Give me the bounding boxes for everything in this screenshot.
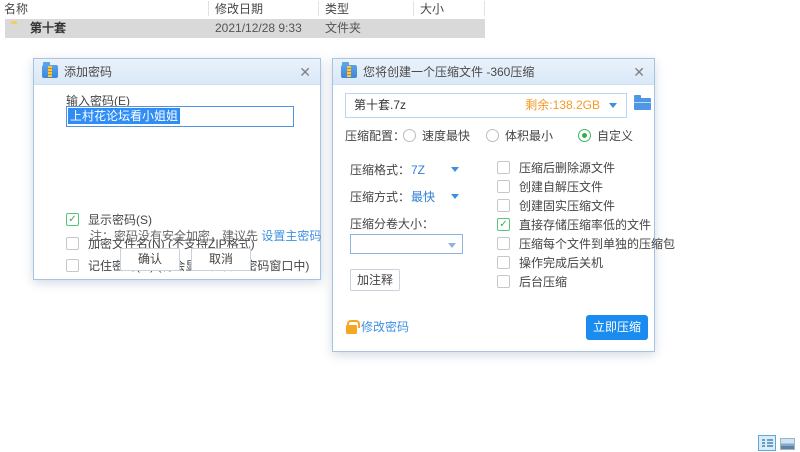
lock-icon [346, 325, 357, 334]
note-text: 注：密码没有安全加密，建议先 [90, 229, 261, 243]
delete-source-checkbox[interactable] [497, 161, 510, 174]
separate-archives-label[interactable]: 压缩每个文件到单独的压缩包 [519, 237, 675, 251]
file-name: 第十套 [30, 21, 66, 36]
radio-smallest-label[interactable]: 体积最小 [505, 129, 553, 143]
dialog-title: 您将创建一个压缩文件 -360压缩 [363, 59, 534, 85]
details-view-icon[interactable] [758, 435, 776, 451]
background-compress-checkbox[interactable] [497, 275, 510, 288]
column-divider[interactable] [208, 1, 209, 16]
delete-source-label[interactable]: 压缩后删除源文件 [519, 161, 615, 175]
self-extract-checkbox[interactable] [497, 180, 510, 193]
solid-archive-label[interactable]: 创建固实压缩文件 [519, 199, 615, 213]
column-divider[interactable] [413, 1, 414, 16]
password-note: 注：密码没有安全加密，建议先 设置主密码 [90, 227, 321, 244]
volume-size-label: 压缩分卷大小： [350, 217, 434, 231]
browse-folder-icon[interactable] [634, 98, 651, 110]
close-icon[interactable]: ✕ [633, 59, 645, 85]
column-header-type[interactable]: 类型 [325, 1, 349, 17]
shutdown-after-label[interactable]: 操作完成后关机 [519, 256, 603, 270]
cancel-button[interactable]: 取消 [191, 248, 251, 271]
separate-archives-checkbox[interactable] [497, 237, 510, 250]
show-password-label[interactable]: 显示密码(S) [88, 213, 152, 227]
chevron-down-icon [448, 243, 456, 248]
password-input[interactable]: 上村花论坛看小姐姐 [66, 106, 294, 127]
column-header-name[interactable]: 名称 [4, 1, 28, 17]
volume-size-combobox[interactable] [350, 234, 463, 254]
background-compress-label[interactable]: 后台压缩 [519, 275, 567, 289]
archive-filename: 第十套.7z [354, 94, 406, 117]
archive-filename-input[interactable]: 第十套.7z 剩余:138.2GB [345, 93, 627, 118]
radio-fastest-label[interactable]: 速度最快 [422, 129, 470, 143]
self-extract-label[interactable]: 创建自解压文件 [519, 180, 603, 194]
column-divider[interactable] [484, 1, 485, 16]
add-password-titlebar[interactable]: 添加密码 ✕ [34, 59, 320, 85]
remaining-space: 剩余:138.2GB [525, 94, 600, 117]
360zip-app-icon [341, 65, 357, 78]
method-label: 压缩方式： [350, 190, 410, 204]
compress-now-button[interactable]: 立即压缩 [586, 315, 648, 340]
close-icon[interactable]: ✕ [299, 59, 311, 85]
method-value[interactable]: 最快 [411, 190, 435, 204]
radio-fastest[interactable] [403, 129, 416, 142]
remember-password-checkbox[interactable] [66, 259, 79, 272]
add-comment-button[interactable]: 加注释 [350, 269, 400, 291]
format-value[interactable]: 7Z [411, 163, 425, 177]
desktop: 名称 修改日期 类型 大小 第十套 2021/12/28 9:33 文件夹 添加… [0, 0, 800, 452]
set-master-password-link[interactable]: 设置主密码 [261, 229, 321, 243]
file-date: 2021/12/28 9:33 [215, 21, 302, 36]
chevron-down-icon[interactable] [451, 194, 459, 199]
file-type: 文件夹 [325, 21, 361, 36]
dialog-title: 添加密码 [64, 59, 112, 85]
confirm-button[interactable]: 确认 [120, 248, 180, 271]
password-input-selected-text: 上村花论坛看小姐姐 [68, 108, 180, 124]
chevron-down-icon[interactable] [451, 167, 459, 172]
add-password-dialog: 添加密码 ✕ 输入密码(E) 上村花论坛看小姐姐 ✓ 显示密码(S) 加密文件名… [33, 58, 321, 280]
solid-archive-checkbox[interactable] [497, 199, 510, 212]
store-low-ratio-label[interactable]: 直接存储压缩率低的文件 [519, 218, 651, 232]
chevron-down-icon[interactable] [609, 103, 617, 108]
encrypt-filename-checkbox[interactable] [66, 237, 79, 250]
radio-smallest[interactable] [486, 129, 499, 142]
show-password-checkbox[interactable]: ✓ [66, 213, 79, 226]
thumbnails-view-icon[interactable] [780, 438, 795, 450]
column-divider[interactable] [318, 1, 319, 16]
radio-custom[interactable] [578, 129, 591, 142]
column-header-date[interactable]: 修改日期 [215, 1, 263, 17]
radio-custom-label[interactable]: 自定义 [597, 129, 633, 143]
change-password-link[interactable]: 修改密码 [361, 320, 409, 334]
format-label: 压缩格式： [350, 163, 410, 177]
360zip-app-icon [42, 65, 58, 78]
store-low-ratio-checkbox[interactable]: ✓ [497, 218, 510, 231]
config-label: 压缩配置： [345, 129, 405, 143]
shutdown-after-checkbox[interactable] [497, 256, 510, 269]
create-archive-titlebar[interactable]: 您将创建一个压缩文件 -360压缩 ✕ [333, 59, 654, 85]
create-archive-dialog: 您将创建一个压缩文件 -360压缩 ✕ 第十套.7z 剩余:138.2GB 压缩… [332, 58, 655, 352]
file-row-selected[interactable]: 第十套 2021/12/28 9:33 文件夹 [5, 19, 485, 38]
column-header-size[interactable]: 大小 [420, 1, 444, 17]
